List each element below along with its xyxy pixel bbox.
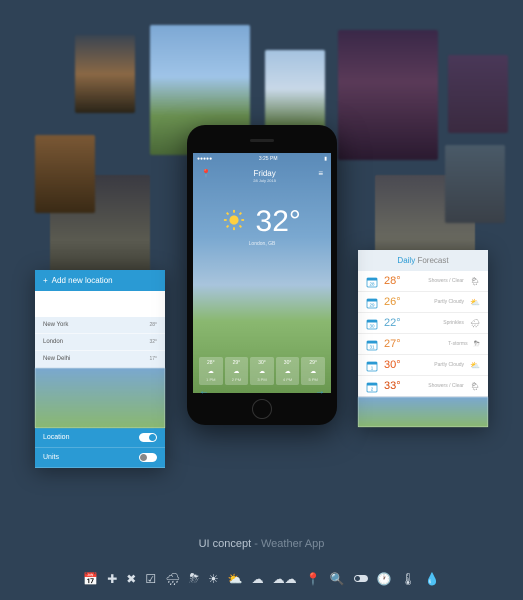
hourly-forecast[interactable]: 28°☁1 PM29°☁2 PM30°☁3 PM30°☁4 PM29°☁5 PM: [199, 357, 325, 385]
weather-icon: ⛅: [470, 361, 480, 370]
svg-text:2: 2: [371, 387, 374, 392]
panel-bg: [35, 368, 165, 428]
drop-icon: 💧: [425, 571, 440, 586]
svg-text:28: 28: [369, 282, 375, 287]
pin-icon[interactable]: 📍: [201, 169, 211, 178]
city-label: London, GB: [193, 241, 331, 247]
hour-card[interactable]: 28°☁1 PM: [199, 357, 223, 385]
svg-text:31: 31: [369, 345, 375, 350]
hour-card[interactable]: 30°☁3 PM: [250, 357, 274, 385]
prev-arrow-icon[interactable]: ←: [199, 386, 209, 397]
location-item[interactable]: New York28°: [35, 317, 165, 334]
daily-row[interactable]: 130°Partly Cloudy⛅: [358, 355, 488, 376]
panel-bg: [358, 397, 488, 427]
units-toggle-row[interactable]: Units: [35, 448, 165, 468]
calendar-icon: 📅: [83, 571, 98, 586]
calendar-icon: 29: [366, 296, 378, 308]
storm-icon: ⛈: [189, 571, 199, 586]
weather-icon: 🌧: [470, 319, 480, 328]
calendar-icon: 2: [366, 380, 378, 392]
add-icon: ✚: [107, 571, 117, 586]
plus-icon: +: [43, 276, 48, 285]
daily-row[interactable]: 233°Showers / Clear🌦: [358, 376, 488, 397]
calendar-icon: 30: [366, 317, 378, 329]
weather-icon: 🌦: [470, 277, 480, 286]
svg-text:1: 1: [371, 366, 374, 371]
clock-icon: 🕐: [377, 571, 392, 586]
weather-icon: ⛅: [470, 298, 480, 307]
search-icon: 🔍: [330, 571, 345, 586]
toggle-icon[interactable]: [139, 433, 157, 442]
bg-tile: [448, 55, 508, 133]
phone-mockup: ●●●●● 3:25 PM ▮ 📍 Friday 28 July 2015 ≡ …: [187, 125, 337, 425]
location-item[interactable]: New Delhi17°: [35, 351, 165, 368]
add-location-button[interactable]: + Add new location: [35, 270, 165, 291]
rain-cloud-icon: 🌧: [165, 571, 180, 586]
date-display: Friday 28 July 2015: [253, 169, 276, 183]
toggle-icon: [354, 571, 368, 586]
hour-card[interactable]: 29°☁5 PM: [301, 357, 325, 385]
svg-text:29: 29: [369, 303, 375, 308]
bg-tile: [35, 135, 95, 213]
weather-icon: 🌦: [470, 382, 480, 391]
bg-tile: [265, 50, 325, 128]
close-icon: ✖: [126, 571, 136, 586]
next-arrow-icon[interactable]: →: [315, 386, 325, 397]
toggle-icon[interactable]: [139, 453, 157, 462]
home-button[interactable]: [252, 399, 272, 419]
location-toggle-row[interactable]: Location: [35, 428, 165, 448]
phone-screen: ●●●●● 3:25 PM ▮ 📍 Friday 28 July 2015 ≡ …: [193, 153, 331, 393]
icon-set: 📅✚✖☑🌧⛈☀⛅☁☁☁📍🔍🕐🌡💧: [0, 571, 523, 586]
daily-row[interactable]: 2828°Showers / Clear🌦: [358, 271, 488, 292]
calendar-icon: 31: [366, 338, 378, 350]
hour-card[interactable]: 29°☁2 PM: [225, 357, 249, 385]
concept-title: UI concept - Weather App: [0, 538, 523, 550]
thermometer-icon: 🌡: [401, 571, 416, 586]
location-search-input[interactable]: [39, 302, 161, 312]
temperature-value: 32°: [256, 205, 301, 238]
pin-icon: 📍: [306, 571, 321, 586]
current-weather: 32° London, GB: [193, 205, 331, 247]
weather-icon: ⛈: [474, 339, 480, 349]
clouds-icon: ☁☁: [273, 571, 297, 586]
calendar-icon: 28: [366, 275, 378, 287]
status-bar: ●●●●● 3:25 PM ▮: [193, 153, 331, 165]
bg-tile: [445, 145, 505, 223]
location-item[interactable]: London32°: [35, 334, 165, 351]
bg-tile: [75, 35, 135, 113]
bg-tile: [338, 30, 438, 160]
daily-forecast-panel: Daily Forecast 2828°Showers / Clear🌦2926…: [358, 250, 488, 427]
daily-title: Daily Forecast: [358, 250, 488, 271]
calendar-icon: 1: [366, 359, 378, 371]
sun-icon: [223, 209, 245, 236]
daily-row[interactable]: 2926°Partly Cloudy⛅: [358, 292, 488, 313]
svg-text:30: 30: [369, 324, 375, 329]
menu-icon[interactable]: ≡: [318, 169, 323, 178]
partly-cloudy-icon: ⛅: [228, 571, 243, 586]
daily-row[interactable]: 3127°T-storms⛈: [358, 334, 488, 355]
checkbox-icon: ☑: [145, 571, 156, 586]
daily-row[interactable]: 3022°Sprinkles🌧: [358, 313, 488, 334]
cloud-icon: ☁: [252, 571, 264, 586]
locations-panel: + Add new location New York28°London32°N…: [35, 270, 165, 468]
sun-icon: ☀: [208, 571, 219, 586]
hour-card[interactable]: 30°☁4 PM: [276, 357, 300, 385]
